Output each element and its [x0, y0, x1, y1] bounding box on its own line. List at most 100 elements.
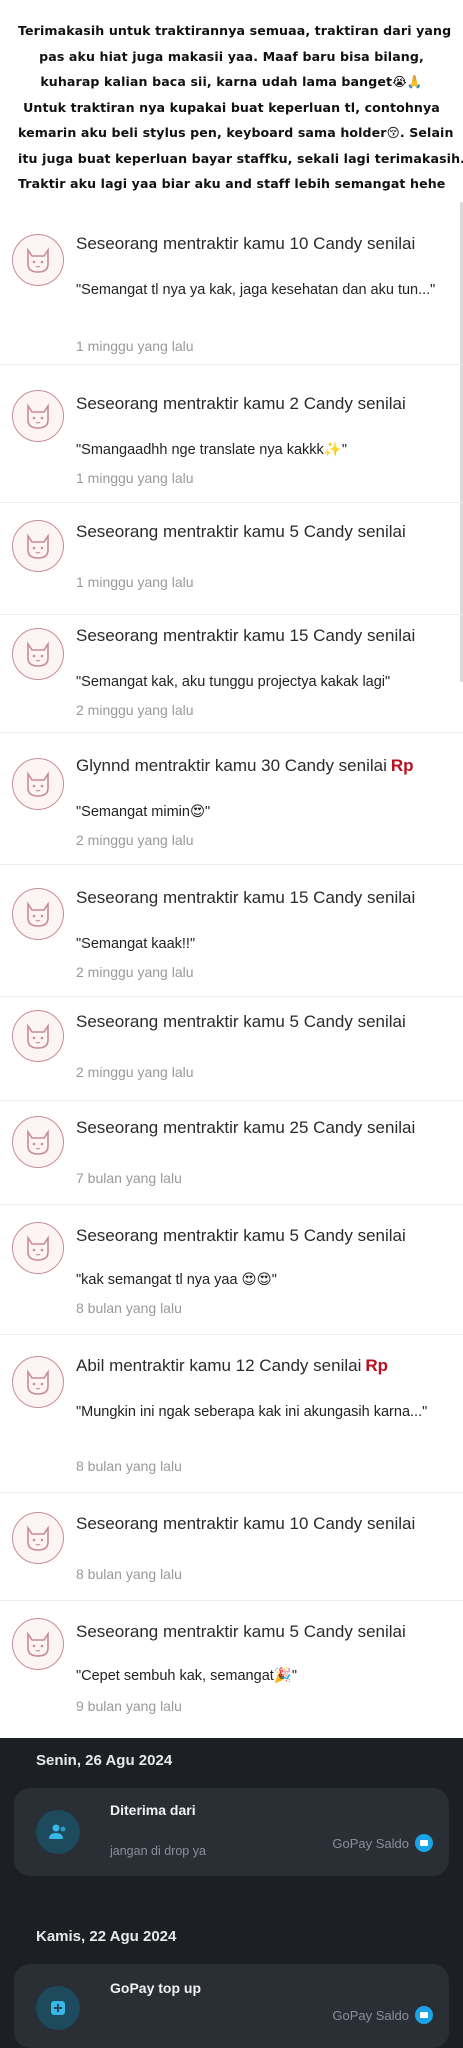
feed-time: 2 minggu yang lalu	[76, 1064, 194, 1080]
note-line: Traktir aku lagi yaa biar aku and staff …	[18, 176, 446, 191]
avatar	[12, 390, 64, 442]
list-item[interactable]: Seseorang mentraktir kamu 5 Candy senila…	[0, 514, 463, 604]
feed-title: Abil mentraktir kamu 12 Candy senilai Rp	[76, 1356, 389, 1375]
plus-icon	[36, 1986, 80, 2030]
feed-message: "Semangat mimin😍"	[76, 804, 211, 820]
avatar	[12, 1512, 64, 1564]
cat-avatar-icon	[27, 771, 49, 797]
feed-time: 2 minggu yang lalu	[76, 832, 194, 848]
divider	[0, 614, 463, 615]
avatar	[12, 1356, 64, 1408]
list-item[interactable]: Seseorang mentraktir kamu 15 Candy senil…	[0, 882, 463, 982]
thank-you-note: Terimakasih untuk traktirannya semuaa, t…	[0, 0, 463, 202]
cat-avatar-icon	[27, 1235, 49, 1261]
cat-avatar-icon	[27, 1631, 49, 1657]
feed-message: "Semangat tl nya ya kak, jaga kesehatan …	[76, 282, 436, 298]
date-header: Kamis, 22 Agu 2024	[36, 1928, 177, 1945]
feed-time: 8 bulan yang lalu	[76, 1300, 182, 1316]
note-line: kuharap kalian baca sii, karna udah lama…	[40, 74, 423, 89]
feed-time: 7 bulan yang lalu	[76, 1170, 182, 1186]
cat-avatar-icon	[27, 533, 49, 559]
feed-message: "Smangaadhh nge translate nya kakkk✨"	[76, 442, 347, 458]
feed-time: 1 minggu yang lalu	[76, 338, 194, 354]
divider	[0, 1204, 463, 1205]
users-icon	[36, 1810, 80, 1854]
note-line: kemarin aku beli stylus pen, keyboard sa…	[18, 125, 454, 140]
feed-message: "Semangat kaak!!"	[76, 936, 196, 952]
cat-avatar-icon	[27, 641, 49, 667]
cat-avatar-icon	[27, 1129, 49, 1155]
avatar	[12, 1618, 64, 1670]
list-item[interactable]: Glynnd mentraktir kamu 30 Candy senilai R…	[0, 750, 463, 850]
feed-title: Seseorang mentraktir kamu 5 Candy senila…	[76, 1226, 406, 1245]
avatar	[12, 1116, 64, 1168]
divider	[0, 364, 463, 365]
transaction-title: GoPay top up	[110, 1980, 201, 1996]
rp-badge: Rp	[390, 756, 414, 775]
list-item[interactable]: Seseorang mentraktir kamu 2 Candy senila…	[0, 382, 463, 486]
list-item[interactable]: Seseorang mentraktir kamu 15 Candy senil…	[0, 620, 463, 720]
note-line: Terimakasih untuk traktirannya semuaa, t…	[18, 23, 452, 38]
transaction-note: jangan di drop ya	[110, 1844, 206, 1858]
list-item[interactable]: Seseorang mentraktir kamu 5 Candy senila…	[0, 1006, 463, 1086]
feed-message: "Mungkin ini ngak seberapa kak ini akung…	[76, 1404, 428, 1420]
note-line: itu juga buat keperluan bayar staffku, s…	[18, 150, 463, 166]
cat-avatar-icon	[27, 1369, 49, 1395]
transaction-card[interactable]: Diterima dari jangan di drop ya GoPay Sa…	[14, 1788, 449, 1876]
divider	[0, 502, 463, 503]
list-item[interactable]: Seseorang mentraktir kamu 5 Candy senila…	[0, 1218, 463, 1318]
support-feed: Seseorang mentraktir kamu 10 Candy senil…	[0, 202, 463, 1738]
avatar	[12, 758, 64, 810]
list-item[interactable]: Seseorang mentraktir kamu 25 Candy senil…	[0, 1110, 463, 1190]
avatar	[12, 628, 64, 680]
list-item[interactable]: Seseorang mentraktir kamu 5 Candy senila…	[0, 1614, 463, 1714]
divider	[0, 1600, 463, 1601]
list-item[interactable]: Seseorang mentraktir kamu 10 Candy senil…	[0, 222, 463, 354]
wallet-icon	[415, 1834, 433, 1852]
avatar	[12, 234, 64, 286]
note-line: Untuk traktiran nya kupakai buat keperlu…	[23, 99, 440, 115]
date-header: Senin, 26 Agu 2024	[36, 1752, 173, 1769]
feed-time: 2 minggu yang lalu	[76, 964, 194, 980]
feed-message: "kak semangat tl nya yaa 😍😍"	[76, 1272, 277, 1288]
feed-time: 1 minggu yang lalu	[76, 470, 194, 486]
transaction-title: Diterima dari	[110, 1802, 196, 1818]
wallet-label: GoPay Saldo	[332, 1834, 433, 1852]
feed-title: Seseorang mentraktir kamu 15 Candy senil…	[76, 626, 416, 645]
feed-title: Glynnd mentraktir kamu 30 Candy senilai R…	[76, 756, 414, 775]
gopay-history: Senin, 26 Agu 2024 Diterima dari jangan …	[0, 1738, 463, 2048]
wallet-label: GoPay Saldo	[332, 2006, 433, 2024]
feed-title: Seseorang mentraktir kamu 5 Candy senila…	[76, 1012, 406, 1031]
feed-time: 1 minggu yang lalu	[76, 574, 194, 590]
note-line: pas aku hiat juga makasii yaa. Maaf baru…	[39, 48, 424, 64]
feed-title: Seseorang mentraktir kamu 5 Candy senila…	[76, 522, 406, 541]
divider	[0, 1334, 463, 1335]
transaction-card[interactable]: GoPay top up GoPay Saldo	[14, 1964, 449, 2048]
feed-title: Seseorang mentraktir kamu 10 Candy senil…	[76, 1514, 416, 1533]
feed-message: "Semangat kak, aku tunggu projectya kaka…	[76, 674, 391, 690]
divider	[0, 1492, 463, 1493]
divider	[0, 996, 463, 997]
cat-avatar-icon	[27, 403, 49, 429]
avatar	[12, 888, 64, 940]
feed-time: 2 minggu yang lalu	[76, 702, 194, 718]
rp-badge: Rp	[365, 1356, 389, 1375]
feed-time: 8 bulan yang lalu	[76, 1566, 182, 1582]
divider	[0, 732, 463, 733]
cat-avatar-icon	[27, 1525, 49, 1551]
feed-time: 8 bulan yang lalu	[76, 1458, 182, 1474]
feed-title: Seseorang mentraktir kamu 15 Candy senil…	[76, 888, 416, 907]
avatar	[12, 1222, 64, 1274]
list-item[interactable]: Abil mentraktir kamu 12 Candy senilai Rp …	[0, 1350, 463, 1476]
list-item[interactable]: Seseorang mentraktir kamu 10 Candy senil…	[0, 1508, 463, 1588]
feed-title: Seseorang mentraktir kamu 25 Candy senil…	[76, 1118, 416, 1137]
divider	[0, 864, 463, 865]
cat-avatar-icon	[27, 901, 49, 927]
cat-avatar-icon	[27, 247, 49, 273]
feed-title: Seseorang mentraktir kamu 5 Candy senila…	[76, 1622, 406, 1641]
feed-message: "Cepet sembuh kak, semangat🎉"	[76, 1668, 297, 1684]
wallet-icon	[415, 2006, 433, 2024]
feed-time: 9 bulan yang lalu	[76, 1698, 182, 1714]
feed-title: Seseorang mentraktir kamu 10 Candy senil…	[76, 234, 416, 253]
feed-title: Seseorang mentraktir kamu 2 Candy senila…	[76, 394, 406, 413]
